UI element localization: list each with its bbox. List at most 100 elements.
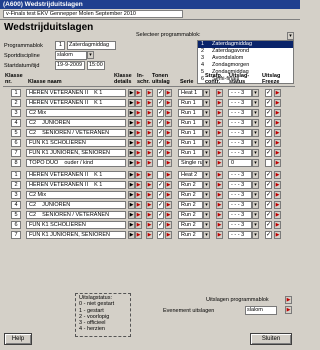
programmablok-option[interactable]: 1 Zaterdagmiddag [198, 41, 293, 48]
chevron-down-icon[interactable]: ▾ [203, 231, 210, 239]
play-icon[interactable]: ▶ [128, 231, 135, 239]
play-icon[interactable]: ▶ [128, 171, 135, 179]
chevron-down-icon[interactable]: ▾ [252, 201, 259, 209]
play-icon[interactable]: ▶ [128, 159, 135, 167]
tonen-uitslag-button[interactable]: ▶ [165, 139, 172, 147]
chevron-down-icon[interactable]: ▾ [203, 149, 210, 157]
serie-select[interactable]: Run 1 [178, 99, 203, 107]
strafpunten-button[interactable]: ▶ [216, 221, 223, 229]
chevron-down-icon[interactable]: ▾ [203, 191, 210, 199]
evenement-select[interactable]: slalom [245, 306, 277, 315]
play-icon[interactable]: ▶ [128, 129, 135, 137]
inschrijving-button[interactable]: ▶ [146, 231, 153, 239]
serie-select[interactable]: Single run [178, 159, 203, 167]
strafpunten-button[interactable]: ▶ [216, 171, 223, 179]
uitslag-status-select[interactable]: - - - 3 [228, 99, 252, 107]
serie-select[interactable]: Heat 2 [178, 171, 203, 179]
uitslag-freeze-checkbox[interactable]: ✓ [265, 129, 272, 137]
tonen-uitslag-button[interactable]: ▶ [165, 149, 172, 157]
play-icon[interactable]: ▶ [128, 221, 135, 229]
uitslag-freeze-checkbox[interactable]: ✓ [265, 221, 272, 229]
freeze-button[interactable]: ▶ [274, 231, 281, 239]
tonen-uitslag-checkbox[interactable] [157, 171, 164, 179]
tonen-uitslag-checkbox[interactable]: ✓ [157, 99, 164, 107]
freeze-button[interactable]: ▶ [274, 149, 281, 157]
uitslag-status-select[interactable]: - - - 3 [228, 171, 252, 179]
details-button[interactable]: ▶ [135, 201, 142, 209]
tonen-uitslag-button[interactable]: ▶ [165, 211, 172, 219]
serie-select[interactable]: Run 2 [178, 221, 203, 229]
strafpunten-button[interactable]: ▶ [216, 129, 223, 137]
details-button[interactable]: ▶ [135, 129, 142, 137]
uitslag-freeze-checkbox[interactable] [265, 159, 272, 167]
details-button[interactable]: ▶ [135, 221, 142, 229]
inschrijving-button[interactable]: ▶ [146, 181, 153, 189]
freeze-button[interactable]: ▶ [274, 99, 281, 107]
strafpunten-button[interactable]: ▶ [216, 211, 223, 219]
sluiten-button[interactable]: Sluiten [250, 333, 292, 345]
play-icon[interactable]: ▶ [128, 139, 135, 147]
chevron-down-icon[interactable]: ▾ [252, 109, 259, 117]
uitslag-status-select[interactable]: - - - 3 [228, 89, 252, 97]
start-time-field[interactable]: 15:00 [87, 61, 105, 70]
tonen-uitslag-checkbox[interactable]: ✓ [157, 211, 164, 219]
chevron-down-icon[interactable]: ▾ [252, 191, 259, 199]
programmablok-option[interactable]: 3 Avondslalom [198, 55, 293, 62]
strafpunten-button[interactable]: ▶ [216, 191, 223, 199]
tonen-uitslag-checkbox[interactable]: ✓ [157, 191, 164, 199]
tonen-uitslag-button[interactable]: ▶ [165, 99, 172, 107]
chevron-down-icon[interactable]: ▾ [203, 99, 210, 107]
tonen-uitslag-button[interactable]: ▶ [165, 159, 172, 167]
serie-select[interactable]: Run 1 [178, 119, 203, 127]
uitslag-status-select[interactable]: 0 [228, 159, 252, 167]
freeze-button[interactable]: ▶ [274, 89, 281, 97]
tonen-uitslag-button[interactable]: ▶ [165, 221, 172, 229]
strafpunten-button[interactable]: ▶ [216, 139, 223, 147]
uitslag-freeze-checkbox[interactable]: ✓ [265, 231, 272, 239]
serie-select[interactable]: Run 2 [178, 181, 203, 189]
chevron-down-icon[interactable]: ▾ [252, 149, 259, 157]
chevron-down-icon[interactable]: ▾ [203, 139, 210, 147]
strafpunten-button[interactable]: ▶ [216, 159, 223, 167]
help-button[interactable]: Help [4, 333, 32, 345]
chevron-down-icon[interactable]: ▾ [203, 109, 210, 117]
tonen-uitslag-button[interactable]: ▶ [165, 191, 172, 199]
chevron-down-icon[interactable]: ▾ [252, 89, 259, 97]
freeze-button[interactable]: ▶ [274, 159, 281, 167]
uitslag-status-select[interactable]: - - - 3 [228, 211, 252, 219]
serie-select[interactable]: Run 1 [178, 129, 203, 137]
inschrijving-button[interactable]: ▶ [146, 211, 153, 219]
tonen-uitslag-button[interactable]: ▶ [165, 171, 172, 179]
uitslag-status-select[interactable]: - - - 3 [228, 201, 252, 209]
tonen-uitslag-checkbox[interactable] [157, 159, 164, 167]
strafpunten-button[interactable]: ▶ [216, 89, 223, 97]
inschrijving-button[interactable]: ▶ [146, 129, 153, 137]
tonen-uitslag-button[interactable]: ▶ [165, 129, 172, 137]
play-icon[interactable]: ▶ [128, 149, 135, 157]
tonen-uitslag-button[interactable]: ▶ [165, 201, 172, 209]
chevron-down-icon[interactable]: ▾ [252, 181, 259, 189]
chevron-down-icon[interactable]: ▾ [203, 211, 210, 219]
uitslag-freeze-checkbox[interactable]: ✓ [265, 149, 272, 157]
uitslag-status-select[interactable]: - - - 3 [228, 181, 252, 189]
strafpunten-button[interactable]: ▶ [216, 99, 223, 107]
chevron-down-icon[interactable]: ▾ [252, 211, 259, 219]
chevron-down-icon[interactable]: ▾ [287, 32, 294, 40]
inschrijving-button[interactable]: ▶ [146, 89, 153, 97]
play-icon[interactable]: ▶ [128, 119, 135, 127]
chevron-down-icon[interactable]: ▾ [252, 129, 259, 137]
play-icon[interactable]: ▶ [128, 191, 135, 199]
details-button[interactable]: ▶ [135, 109, 142, 117]
uitslag-status-select[interactable]: - - - 3 [228, 129, 252, 137]
inschrijving-button[interactable]: ▶ [146, 99, 153, 107]
inschrijving-button[interactable]: ▶ [146, 139, 153, 147]
programmablok-option[interactable]: 4 Zondagmorgen [198, 62, 293, 69]
chevron-down-icon[interactable]: ▾ [203, 129, 210, 137]
details-button[interactable]: ▶ [135, 149, 142, 157]
inschrijving-button[interactable]: ▶ [146, 159, 153, 167]
details-button[interactable]: ▶ [135, 231, 142, 239]
inschrijving-button[interactable]: ▶ [146, 109, 153, 117]
sport-select[interactable]: slalom [55, 51, 87, 60]
serie-select[interactable]: Run 1 [178, 149, 203, 157]
serie-select[interactable]: Run 2 [178, 201, 203, 209]
